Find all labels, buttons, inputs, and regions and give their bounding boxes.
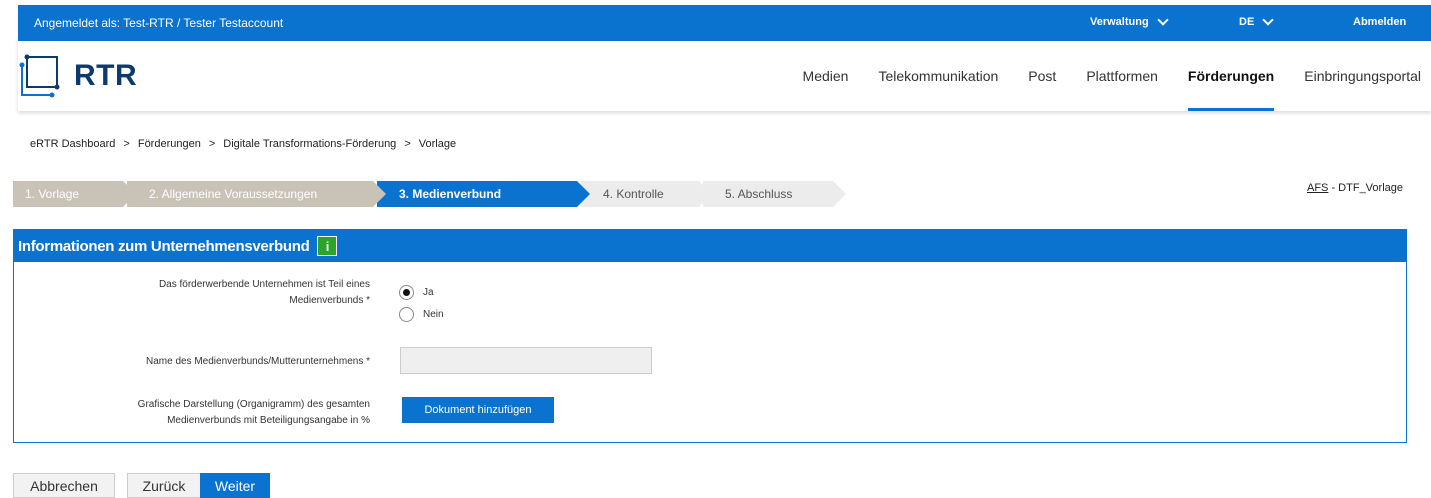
media-group-name-label: Name des Medienverbunds/Mutterunternehme… [145,356,370,367]
radio-ja[interactable]: Ja [399,285,434,300]
chevron-down-icon [1157,13,1169,26]
nav-item-plattformen[interactable]: Plattformen [1086,41,1158,111]
add-document-button[interactable]: Dokument hinzufügen [402,397,554,423]
breadcrumb-item: Vorlage [418,138,457,150]
afs-link[interactable]: AFS [1307,182,1328,194]
logged-in-user: Angemeldet als: Test-RTR / Tester Testac… [34,16,284,30]
wizard-step-2[interactable]: 2. Allgemeine Voraussetzungen [127,181,386,207]
nav-item-einbringungsportal[interactable]: Einbringungsportal [1304,41,1421,111]
radio-nein-circle[interactable] [399,307,414,322]
panel-header: Informationen zum Unternehmensverbund i [14,230,1406,262]
panel-title: Informationen zum Unternehmensverbund [18,237,310,255]
info-icon[interactable]: i [317,236,338,256]
main-nav: Medien Telekommunikation Post Plattformen Fö… [773,41,1421,111]
media-group-name-input[interactable] [400,347,652,374]
company-group-panel: Informationen zum Unternehmensverbund i … [13,229,1407,443]
breadcrumb-separator: > [404,138,411,150]
breadcrumb: eRTR Dashboard > Förderungen > Digitale Tran… [30,138,456,150]
main-header: RTR Medien Telekommunikation Post Plattform… [18,41,1431,111]
breadcrumb-separator: > [123,138,130,150]
breadcrumb-item[interactable]: eRTR Dashboard [30,138,115,150]
breadcrumb-item[interactable]: Förderungen [138,138,201,150]
top-bar: Angemeldet als: Test-RTR / Tester Testac… [18,5,1431,41]
wizard-step-5[interactable]: 5. Abschluss [703,181,846,207]
wizard-step-4[interactable]: 4. Kontrolle [581,181,712,207]
chevron-down-icon [1262,13,1274,26]
wizard-step-1[interactable]: 1. Vorlage [13,181,136,207]
back-button[interactable]: Zurück [127,473,201,498]
cancel-button[interactable]: Abbrechen [13,473,115,498]
media-group-question-label: Das förderwerbende Unternehmen ist Teil … [158,279,370,306]
radio-ja-circle[interactable] [399,285,414,300]
wizard-step-3[interactable]: 3. Medienverbund [377,181,590,207]
logout-link[interactable]: Abmelden [1353,16,1406,28]
form-code-text: - DTF_Vorlage [1328,182,1403,194]
breadcrumb-item[interactable]: Digitale Transformations-Förderung [223,138,396,150]
nav-item-förderungen[interactable]: Förderungen [1187,41,1275,111]
rtr-logo-icon [19,54,60,98]
logo-text: RTR [74,59,138,92]
nav-item-post[interactable]: Post [1028,41,1056,111]
wizard-steps: 1. Vorlage 2. Allgemeine Voraussetzungen 3… [13,181,846,207]
next-button[interactable]: Weiter [200,473,270,498]
nav-item-telekommunikation[interactable]: Telekommunikation [878,41,998,111]
form-code: AFS - DTF_Vorlage [1307,182,1403,194]
rtr-logo[interactable]: RTR [18,53,137,99]
admin-menu[interactable]: Verwaltung [1090,13,1169,28]
language-selector[interactable]: DE [1239,13,1274,28]
breadcrumb-separator: > [208,138,216,150]
organigram-label: Grafische Darstellung (Organigramm) des … [137,399,370,426]
radio-nein[interactable]: Nein [399,307,444,322]
nav-item-medien[interactable]: Medien [803,41,849,111]
